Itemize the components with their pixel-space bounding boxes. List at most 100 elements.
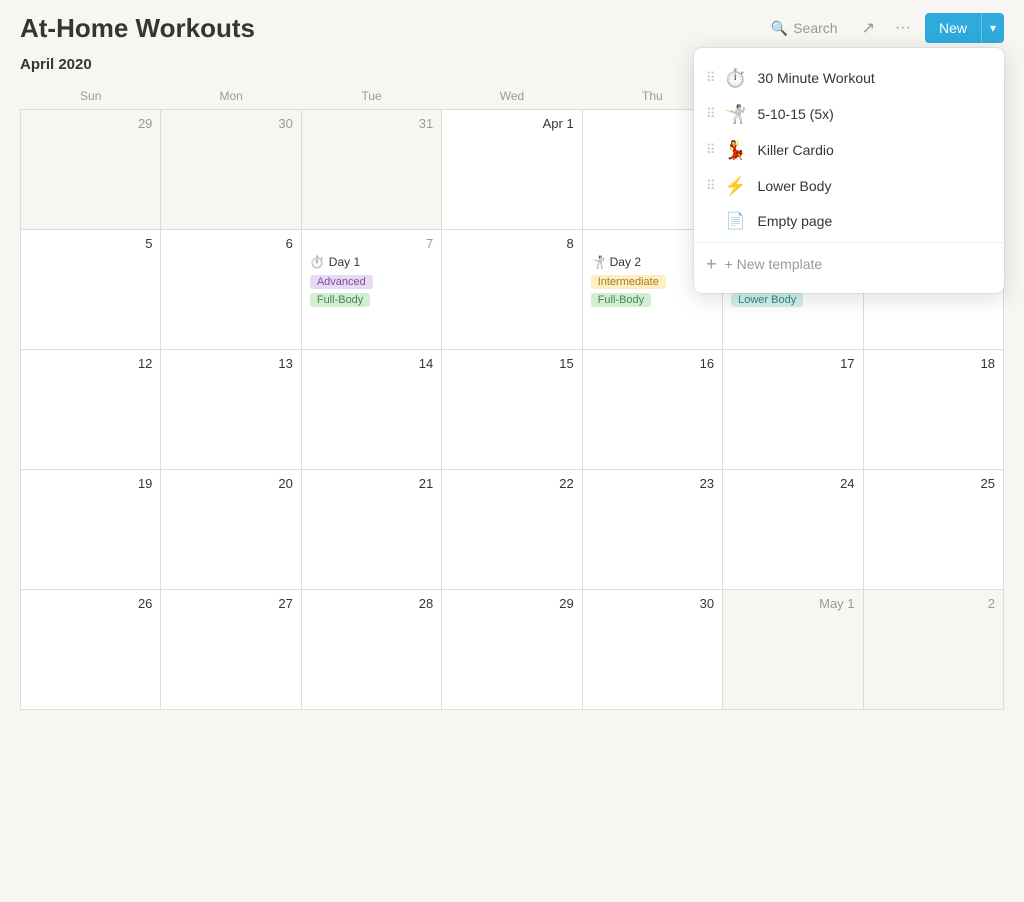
day-number: 8	[450, 236, 573, 251]
calendar-cell-apr28[interactable]: 28	[301, 590, 441, 710]
page-title: At-Home Workouts	[20, 13, 255, 44]
calendar-cell-apr17[interactable]: 17	[723, 350, 863, 470]
day-number: 2	[872, 596, 995, 611]
day-number: 20	[169, 476, 292, 491]
template-label-emptypage: Empty page	[758, 213, 992, 229]
dropdown-footer: + + New template	[694, 243, 1004, 285]
day-number: 27	[169, 596, 292, 611]
search-button[interactable]: 🔍 Search	[761, 14, 848, 43]
day-number: 22	[450, 476, 573, 491]
event-icon: ⏱️	[310, 255, 325, 269]
event-title-day1[interactable]: ⏱️ Day 1	[310, 255, 433, 269]
template-label-30min: 30 Minute Workout	[758, 70, 964, 86]
template-item-lowerbody[interactable]: ⠿ ⚡ Lower Body ···	[694, 168, 1004, 204]
day-number: 13	[169, 356, 292, 371]
search-icon: 🔍	[771, 20, 788, 37]
drag-handle-icon: ⠿	[706, 142, 716, 158]
calendar-cell-apr6[interactable]: 6	[161, 230, 301, 350]
day-number: 30	[169, 116, 292, 131]
calendar-cell-apr18[interactable]: 18	[863, 350, 1003, 470]
calendar-cell-apr20[interactable]: 20	[161, 470, 301, 590]
template-icon-lowerbody: ⚡	[724, 176, 748, 197]
calendar-cell-apr25[interactable]: 25	[863, 470, 1003, 590]
calendar-cell-apr13[interactable]: 13	[161, 350, 301, 470]
day-number: 18	[872, 356, 995, 371]
day-number: 23	[591, 476, 714, 491]
day-number: 14	[310, 356, 433, 371]
calendar-cell-may2[interactable]: 2	[863, 590, 1003, 710]
calendar-cell-apr24[interactable]: 24	[723, 470, 863, 590]
event-name: Day 1	[329, 255, 360, 269]
calendar-cell-mar31[interactable]: 31	[301, 110, 441, 230]
template-item-emptypage[interactable]: ⠿ 📄 Empty page	[694, 204, 1004, 238]
template-icon-30min: ⏱️	[724, 68, 748, 89]
cell-events: ⏱️ Day 1 Advanced Full-Body	[310, 255, 433, 308]
event-tag-fullbody2[interactable]: Full-Body	[591, 293, 651, 307]
calendar-cell-apr15[interactable]: 15	[442, 350, 582, 470]
drag-handle-icon: ⠿	[706, 106, 716, 122]
calendar-cell-mar30[interactable]: 30	[161, 110, 301, 230]
calendar-cell-apr5[interactable]: 5	[21, 230, 161, 350]
template-item-30min[interactable]: ⠿ ⏱️ 30 Minute Workout ···	[694, 60, 1004, 96]
header-actions: 🔍 Search ↗ ··· New ▾	[761, 12, 1004, 44]
template-label-51015: 5-10-15 (5x)	[758, 106, 964, 122]
day-number: 17	[731, 356, 854, 371]
template-label-lowerbody: Lower Body	[758, 178, 964, 194]
calendar-cell-mar29[interactable]: 29	[21, 110, 161, 230]
calendar-cell-apr29[interactable]: 29	[442, 590, 582, 710]
calendar-cell-apr12[interactable]: 12	[21, 350, 161, 470]
calendar-cell-apr14[interactable]: 14	[301, 350, 441, 470]
calendar-cell-apr23[interactable]: 23	[582, 470, 722, 590]
calendar-cell-apr19[interactable]: 19	[21, 470, 161, 590]
template-item-51015[interactable]: ⠿ 🤺 5-10-15 (5x) ···	[694, 96, 1004, 132]
day-number: 5	[29, 236, 152, 251]
search-label: Search	[793, 20, 837, 36]
calendar-cell-apr7[interactable]: 7 ⏱️ Day 1 Advanced Full-Body	[301, 230, 441, 350]
day-number: 15	[450, 356, 573, 371]
new-button-group: New ▾	[925, 13, 1004, 43]
calendar-cell-apr26[interactable]: 26	[21, 590, 161, 710]
drag-handle-icon: ⠿	[706, 70, 716, 86]
event-icon: 🤺	[591, 255, 606, 269]
day-number: May 1	[731, 596, 854, 611]
calendar-cell-apr16[interactable]: 16	[582, 350, 722, 470]
day-number: 29	[29, 116, 152, 131]
weekday-wed: Wed	[442, 83, 582, 110]
weekday-sun: Sun	[21, 83, 161, 110]
calendar-cell-apr22[interactable]: 22	[442, 470, 582, 590]
day-number: 29	[450, 596, 573, 611]
event-tag-fullbody[interactable]: Full-Body	[310, 293, 370, 307]
template-icon-emptypage: 📄	[724, 211, 748, 231]
calendar-cell-apr27[interactable]: 27	[161, 590, 301, 710]
day-number: 6	[169, 236, 292, 251]
new-template-button[interactable]: + + New template	[706, 251, 992, 277]
calendar-cell-apr8[interactable]: 8	[442, 230, 582, 350]
more-options-button[interactable]: ···	[889, 13, 917, 43]
calendar-cell-apr1[interactable]: Apr 1	[442, 110, 582, 230]
event-tag-advanced[interactable]: Advanced	[310, 275, 373, 289]
day-number: 24	[731, 476, 854, 491]
weekday-mon: Mon	[161, 83, 301, 110]
event-tag-intermediate[interactable]: Intermediate	[591, 275, 666, 289]
calendar-cell-apr21[interactable]: 21	[301, 470, 441, 590]
day-number: 21	[310, 476, 433, 491]
template-dropdown: ⠿ ⏱️ 30 Minute Workout ··· ⠿ 🤺 5-10-15 (…	[694, 48, 1004, 293]
template-list-section: ⠿ ⏱️ 30 Minute Workout ··· ⠿ 🤺 5-10-15 (…	[694, 56, 1004, 243]
new-button[interactable]: New	[925, 13, 981, 43]
template-item-killercardio[interactable]: ⠿ 💃 Killer Cardio ···	[694, 132, 1004, 168]
event-name: Day 2	[610, 255, 641, 269]
calendar-cell-may1[interactable]: May 1	[723, 590, 863, 710]
new-template-label: + New template	[725, 256, 823, 272]
today-indicator: 7	[426, 236, 433, 251]
event-tag-lowerbody[interactable]: Lower Body	[731, 293, 803, 307]
calendar-cell-apr30[interactable]: 30	[582, 590, 722, 710]
day-number: 26	[29, 596, 152, 611]
day-number: 16	[591, 356, 714, 371]
day-number: Apr 1	[450, 116, 573, 131]
day-number: 30	[591, 596, 714, 611]
expand-icon-button[interactable]: ↗	[856, 12, 881, 44]
template-icon-51015: 🤺	[724, 104, 748, 125]
new-button-dropdown-arrow[interactable]: ▾	[981, 14, 1004, 42]
plus-icon: +	[706, 255, 717, 273]
drag-handle-icon: ⠿	[706, 178, 716, 194]
